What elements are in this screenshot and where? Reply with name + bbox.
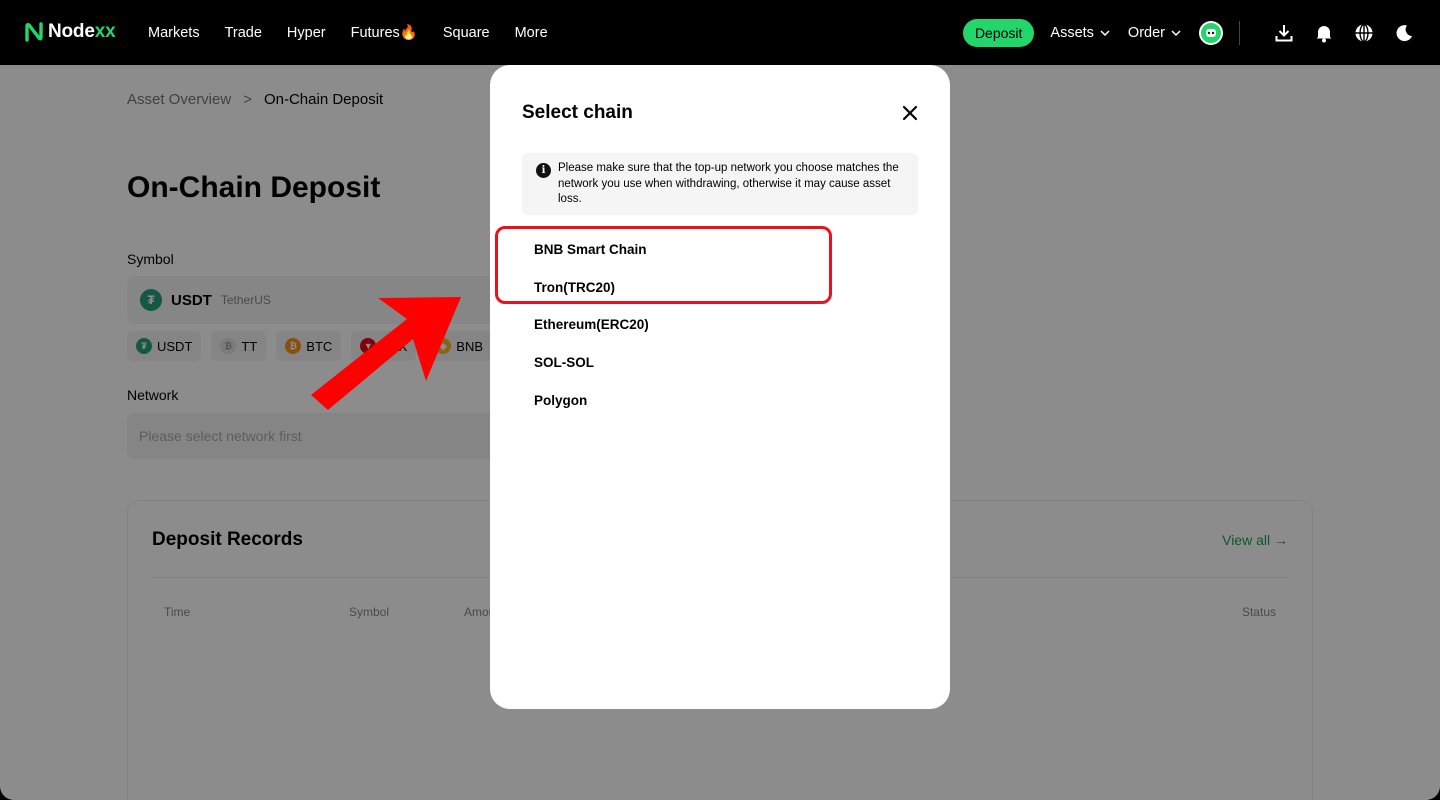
assets-dropdown[interactable]: Assets [1050,25,1110,41]
nav-more[interactable]: More [515,25,548,41]
main-nav: Markets Trade Hyper Futures🔥 Square More [148,0,548,65]
bell-icon [1316,25,1332,42]
theme-toggle[interactable] [1392,21,1416,45]
nav-futures[interactable]: Futures🔥 [351,24,418,41]
close-icon[interactable] [900,103,920,123]
download-icon [1275,24,1293,41]
order-dropdown[interactable]: Order [1128,25,1181,41]
modal-title: Select chain [522,102,633,123]
chain-option-ethereum-erc20[interactable]: Ethereum(ERC20) [522,306,918,344]
chain-option-sol[interactable]: SOL-SOL [522,344,918,382]
logo[interactable]: Nodexx [24,21,116,43]
avatar[interactable] [1199,20,1223,45]
assets-label: Assets [1050,24,1094,41]
nav-square[interactable]: Square [443,25,490,41]
robot-avatar-icon [1206,28,1216,37]
highlight-box [495,226,832,304]
top-nav: Nodexx Markets Trade Hyper Futures🔥 Squa… [0,0,1440,65]
nav-divider [1239,20,1240,45]
download-button[interactable] [1272,21,1296,45]
chain-option-polygon[interactable]: Polygon [522,381,918,419]
nav-right: Deposit Assets Order [962,0,1416,65]
globe-icon [1355,23,1373,42]
nav-trade[interactable]: Trade [225,25,262,41]
order-label: Order [1127,24,1165,41]
chevron-down-icon [1171,29,1181,36]
network-warning: i Please make sure that the top-up netwo… [522,153,918,215]
deposit-button[interactable]: Deposit [962,18,1035,47]
nav-markets[interactable]: Markets [148,25,200,41]
nodexx-logo-icon [25,22,43,42]
moon-icon [1396,24,1412,41]
logo-text: Nodexx [48,21,116,42]
select-chain-modal: Select chain i Please make sure that the… [490,65,950,709]
chevron-down-icon [1100,29,1110,36]
nav-hyper[interactable]: Hyper [287,25,326,41]
notifications-button[interactable] [1312,21,1336,45]
network-warning-text: Please make sure that the top-up network… [558,162,899,205]
info-icon: i [536,163,551,178]
language-button[interactable] [1352,21,1376,45]
